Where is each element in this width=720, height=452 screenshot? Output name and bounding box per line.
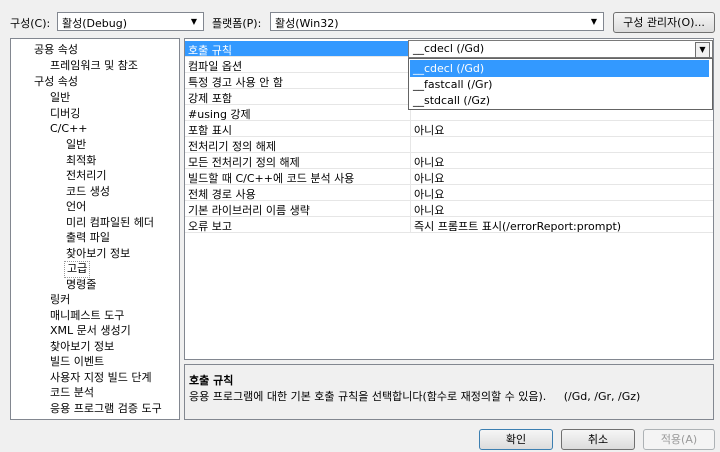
description-title: 호출 규칙: [189, 374, 234, 387]
grid-row-name: #using 강제: [188, 108, 251, 121]
tree-item-code-analysis[interactable]: 코드 분석: [50, 385, 94, 400]
grid-row-value: 아니요: [414, 188, 445, 201]
column-divider: [410, 201, 411, 216]
tree-item-custom-build-step[interactable]: 사용자 지정 빌드 단계: [50, 370, 152, 385]
tree-item-application-verifier[interactable]: 응용 프로그램 검증 도구: [50, 401, 162, 416]
tree-item-xml-document-generator[interactable]: XML 문서 생성기: [50, 323, 131, 338]
tree-item-command-line[interactable]: 명령줄: [66, 277, 96, 292]
tree-item-language[interactable]: 언어: [66, 199, 86, 214]
description-text: 응용 프로그램에 대한 기본 호출 규칙을 선택합니다(함수로 재정의할 수 있…: [189, 390, 641, 403]
grid-row-undefine-preprocessor[interactable]: 전처리기 정의 해제: [185, 137, 713, 153]
description-panel: 호출 규칙 응용 프로그램에 대한 기본 호출 규칙을 선택합니다(함수로 재정…: [184, 364, 714, 420]
property-tree: 공용 속성 프레임워크 및 참조 구성 속성 일반 디버깅 C/C++ 일반 최…: [10, 38, 180, 420]
tree-item-debugging[interactable]: 디버깅: [50, 106, 80, 121]
grid-row-name: 모든 전처리기 정의 해제: [188, 156, 300, 169]
tree-item-preprocessor[interactable]: 전처리기: [66, 168, 106, 183]
tree-item-linker[interactable]: 링커: [50, 292, 70, 307]
column-divider: [410, 153, 411, 168]
grid-row-value: 아니요: [414, 124, 445, 137]
ok-button[interactable]: 확인: [479, 429, 553, 450]
grid-row-name: 전처리기 정의 해제: [188, 140, 276, 153]
cancel-button[interactable]: 취소: [561, 429, 635, 450]
dropdown-option-stdcall[interactable]: __stdcall (/Gz): [410, 92, 709, 109]
grid-row-name: 호출 규칙: [188, 44, 232, 57]
grid-row-name: 포함 표시: [188, 124, 232, 137]
grid-row-name: 빌드할 때 C/C++에 코드 분석 사용: [188, 172, 355, 185]
column-divider: [410, 217, 411, 232]
tree-item-manifest-tool[interactable]: 매니페스트 도구: [50, 308, 124, 323]
grid-row-omit-default-library[interactable]: 기본 라이브러리 이름 생략 아니요: [185, 201, 713, 217]
chevron-down-icon: ▼: [590, 17, 598, 26]
tree-item-cpp[interactable]: C/C++: [50, 121, 88, 136]
tree-item-code-generation[interactable]: 코드 생성: [66, 184, 110, 199]
tree-item-framework-references[interactable]: 프레임워크 및 참조: [50, 58, 138, 73]
dropdown-option-fastcall[interactable]: __fastcall (/Gr): [410, 76, 709, 93]
tree-item-browse-information-2[interactable]: 찾아보기 정보: [50, 339, 114, 354]
platform-label: 플랫폼(P):: [212, 17, 262, 30]
grid-row-name: 전체 경로 사용: [188, 188, 256, 201]
column-divider: [410, 169, 411, 184]
chevron-down-icon[interactable]: ▼: [695, 42, 710, 58]
tree-item-output-files[interactable]: 출력 파일: [66, 230, 110, 245]
grid-row-show-includes[interactable]: 포함 표시 아니요: [185, 121, 713, 137]
tree-item-general[interactable]: 일반: [50, 90, 70, 105]
platform-select[interactable]: 활성(Win32) ▼: [270, 12, 604, 31]
dropdown-option-cdecl[interactable]: __cdecl (/Gd): [410, 60, 709, 77]
grid-row-name: 기본 라이브러리 이름 생략: [188, 204, 310, 217]
chevron-down-icon: ▼: [190, 17, 198, 26]
column-divider: [410, 137, 411, 152]
grid-row-name: 오류 보고: [188, 220, 232, 233]
apply-button[interactable]: 적용(A): [643, 429, 715, 450]
grid-row-value: 아니요: [414, 204, 445, 217]
grid-row-name: 컴파일 옵션: [188, 60, 243, 73]
tree-item-optimization[interactable]: 최적화: [66, 153, 96, 168]
tree-item-precompiled-headers[interactable]: 미리 컴파일된 헤더: [66, 215, 154, 230]
tree-item-common-properties[interactable]: 공용 속성: [34, 42, 78, 57]
calling-convention-dropdown: __cdecl (/Gd) __fastcall (/Gr) __stdcall…: [408, 58, 713, 110]
grid-row-value: 즉시 프롬프트 표시(/errorReport:prompt): [414, 220, 622, 233]
tree-item-browse-information[interactable]: 찾아보기 정보: [66, 246, 130, 261]
grid-row-use-full-paths[interactable]: 전체 경로 사용 아니요: [185, 185, 713, 201]
grid-row-value: 아니요: [414, 172, 445, 185]
tree-item-advanced[interactable]: 고급: [64, 261, 91, 278]
tree-item-cpp-general[interactable]: 일반: [66, 137, 86, 152]
calling-convention-select[interactable]: __cdecl (/Gd) ▼: [408, 40, 713, 58]
config-label: 구성(C):: [10, 17, 51, 30]
column-divider: [410, 185, 411, 200]
grid-row-undefine-all-preprocessor[interactable]: 모든 전처리기 정의 해제 아니요: [185, 153, 713, 169]
grid-row-value: 아니요: [414, 156, 445, 169]
grid-row-error-reporting[interactable]: 오류 보고 즉시 프롬프트 표시(/errorReport:prompt): [185, 217, 713, 233]
calling-convention-value: __cdecl (/Gd): [413, 42, 485, 55]
platform-select-value: 활성(Win32): [275, 17, 339, 30]
grid-row-name: 특정 경고 사용 안 함: [188, 76, 283, 89]
column-divider: [410, 121, 411, 136]
tree-item-build-events[interactable]: 빌드 이벤트: [50, 354, 104, 369]
grid-row-enable-code-analysis[interactable]: 빌드할 때 C/C++에 코드 분석 사용 아니요: [185, 169, 713, 185]
config-select[interactable]: 활성(Debug) ▼: [57, 12, 204, 31]
grid-row-name: 강제 포함: [188, 92, 232, 105]
config-select-value: 활성(Debug): [62, 17, 127, 30]
config-manager-button[interactable]: 구성 관리자(O)...: [613, 12, 715, 33]
tree-item-configuration-properties[interactable]: 구성 속성: [34, 74, 78, 89]
